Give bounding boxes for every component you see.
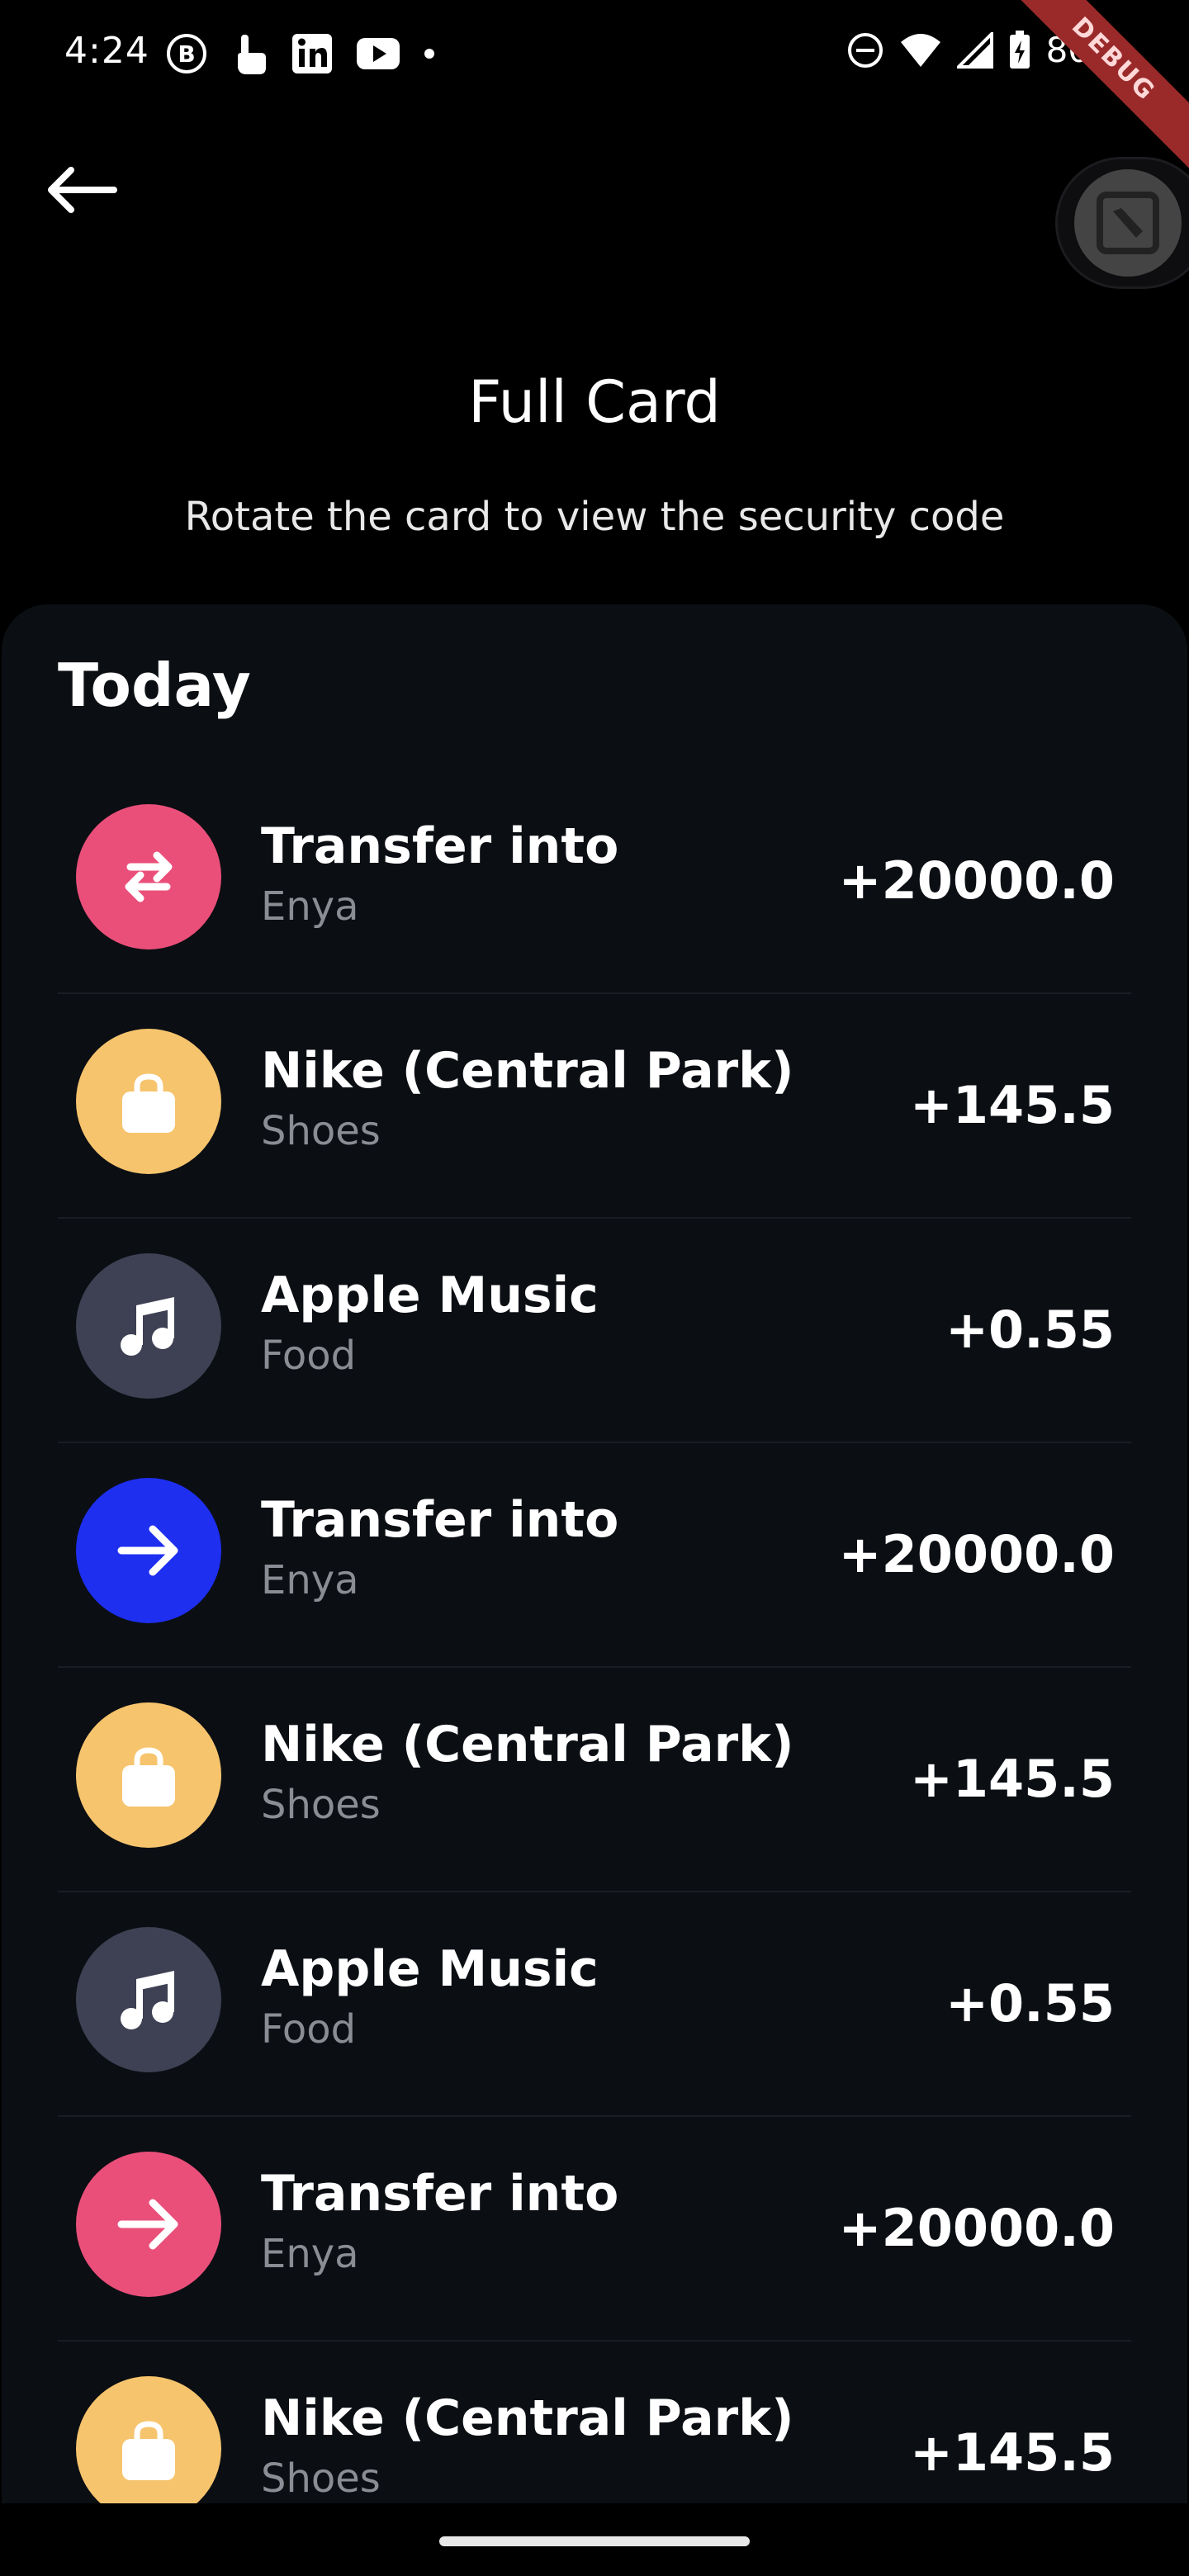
transaction-amount: +20000.0 [838,2198,1115,2258]
transaction-row[interactable]: Nike (Central Park) Shoes +145.5 [58,2342,1131,2503]
transaction-row[interactable]: Nike (Central Park) Shoes +145.5 [58,994,1131,1219]
transaction-amount: +0.55 [945,1300,1115,1360]
transaction-title: Nike (Central Park) [261,2389,794,2447]
transaction-title: Transfer into [261,1491,619,1549]
transaction-row[interactable]: Transfer into Enya +20000.0 [58,1443,1131,1668]
transaction-icon-badge [76,1478,221,1623]
transaction-row[interactable]: Transfer into Enya +20000.0 [58,2117,1131,2342]
dnd-icon [847,32,883,68]
status-bar: 4:24 B DEBUG [0,0,1189,182]
transaction-subtitle: Shoes [261,1782,381,1828]
debug-banner: DEBUG [991,0,1189,182]
arrow-right-icon [117,1525,178,1576]
transaction-amount: +145.5 [909,1749,1115,1809]
arrow-left-icon [48,167,117,213]
page-subtitle: Rotate the card to view the security cod… [184,494,1005,540]
transfer-icon [125,851,173,902]
transaction-subtitle: Enya [261,2231,359,2277]
signal-icon [956,31,993,69]
transaction-icon-badge [76,2376,221,2503]
overlay-icon-wrapper [1074,169,1182,277]
transaction-title: Nike (Central Park) [261,1716,794,1773]
transaction-icon-badge [76,1253,221,1399]
youtube-icon [357,38,400,69]
transaction-amount: +145.5 [909,1075,1115,1135]
transaction-title: Apple Music [261,1940,599,1998]
section-title: Today [58,651,251,720]
transaction-subtitle: Shoes [261,1108,381,1154]
gesture-bar [0,2503,1189,2576]
svg-text:B: B [178,40,195,68]
shopping-bag-icon [122,1073,175,1133]
floating-overlay-button[interactable] [1055,157,1189,289]
transaction-icon-badge [76,804,221,949]
transaction-row[interactable]: Apple Music Food +0.55 [58,1219,1131,1443]
shopping-bag-icon [122,2421,175,2480]
music-note-icon [121,1297,174,1356]
dot-icon [424,49,434,59]
transaction-icon-badge [76,2152,221,2297]
transaction-icon-badge [76,1927,221,2072]
b-circle-icon: B [167,34,206,73]
transaction-amount: +145.5 [909,2422,1115,2483]
overlay-app-icon [1097,192,1159,254]
transaction-icon-badge [76,1702,221,1848]
transaction-title: Nike (Central Park) [261,1042,794,1100]
home-indicator[interactable] [439,2536,750,2546]
transaction-amount: +0.55 [945,1973,1115,2034]
page-title: Full Card [468,368,721,436]
transaction-list: Transfer into Enya +20000.0 Nike (Centra… [58,769,1131,2503]
transaction-row[interactable]: Transfer into Enya +20000.0 [58,769,1131,994]
transaction-icon-badge [76,1029,221,1174]
transaction-title: Apple Music [261,1267,599,1324]
transaction-subtitle: Food [261,2006,357,2053]
status-time: 4:24 [64,30,149,72]
shopping-bag-icon [122,1747,175,1807]
linkedin-icon [292,34,332,73]
touch-icon [238,35,266,74]
transaction-subtitle: Food [261,1333,357,1379]
notification-icons: B [165,31,436,76]
transactions-sheet[interactable]: Today Transfer into Enya +20000.0 Nike (… [2,604,1187,2503]
transaction-row[interactable]: Nike (Central Park) Shoes +145.5 [58,1668,1131,1892]
back-button[interactable] [40,157,122,223]
transaction-subtitle: Enya [261,883,359,930]
transaction-row[interactable]: Apple Music Food +0.55 [58,1892,1131,2117]
transaction-amount: +20000.0 [838,1524,1115,1584]
wifi-icon [900,33,940,67]
transaction-subtitle: Enya [261,1557,359,1603]
transaction-amount: +20000.0 [838,850,1115,911]
music-note-icon [121,1971,174,2029]
arrow-right-icon [117,2199,178,2250]
transaction-title: Transfer into [261,817,619,875]
battery-icon [1009,30,1030,69]
transaction-subtitle: Shoes [261,2455,381,2502]
transaction-title: Transfer into [261,2165,619,2223]
